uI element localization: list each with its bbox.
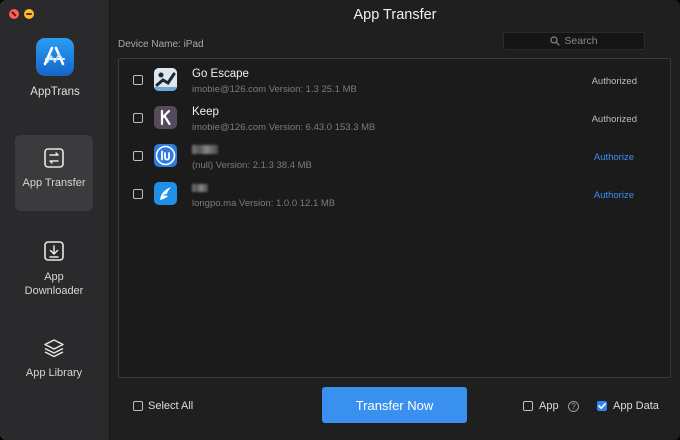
- list-item: longpo.ma Version: 1.0.0 12.1 MB Authori…: [119, 177, 670, 213]
- search-icon: [550, 36, 560, 46]
- window-title: App Transfer: [353, 7, 437, 23]
- app-option-label[interactable]: App: [539, 400, 559, 412]
- app-name-redacted: [192, 182, 208, 194]
- authorization-status: Authorized: [591, 76, 637, 87]
- select-all-label[interactable]: Select All: [148, 400, 193, 412]
- authorize-link[interactable]: Authorize: [594, 152, 634, 163]
- sidebar-item-app-library[interactable]: App Library: [15, 337, 93, 393]
- app-name: Keep: [192, 106, 219, 118]
- app-meta: (null) Version: 2.1.3 38.4 MB: [192, 160, 312, 171]
- list-item: Go Escape imobie@126.com Version: 1.3 25…: [119, 63, 670, 99]
- sidebar-item-app-downloader[interactable]: App Downloader: [15, 240, 93, 310]
- keep-icon: [154, 106, 177, 129]
- brand-name: AppTrans: [30, 86, 80, 98]
- transfer-icon: [43, 147, 65, 169]
- checkmark-icon: [598, 403, 606, 409]
- app-meta: imobie@126.com Version: 6.43.0 153.3 MB: [192, 122, 376, 133]
- app-checkbox[interactable]: [133, 113, 143, 123]
- minimize-window-button[interactable]: [24, 9, 34, 19]
- app-checkbox[interactable]: [133, 151, 143, 161]
- app-checkbox[interactable]: [133, 189, 143, 199]
- list-item: (null) Version: 2.1.3 38.4 MB Authorize: [119, 139, 670, 175]
- authorization-status: Authorized: [591, 114, 637, 125]
- transfer-now-button[interactable]: Transfer Now: [322, 387, 467, 423]
- select-all-checkbox[interactable]: [133, 401, 143, 411]
- download-icon: [43, 240, 65, 262]
- app-store-icon: [36, 38, 74, 76]
- list-item: Keep imobie@126.com Version: 6.43.0 153.…: [119, 101, 670, 137]
- app-data-checkbox[interactable]: [597, 401, 607, 411]
- help-icon[interactable]: ?: [568, 401, 579, 412]
- sidebar-item-label: App Transfer: [22, 177, 86, 189]
- sidebar: AppTrans App Transfer App Downloader App…: [0, 0, 110, 440]
- app-name: Go Escape: [192, 68, 249, 80]
- search-placeholder: Search: [564, 35, 598, 47]
- main-panel: App Transfer Device Name: iPad Search Go…: [110, 0, 680, 440]
- app-name-redacted: [192, 144, 218, 156]
- redacted-name-icon: [192, 183, 208, 192]
- device-name: Device Name: iPad: [118, 39, 204, 50]
- layers-icon: [43, 337, 65, 359]
- app-window: AppTrans App Transfer App Downloader App…: [0, 0, 680, 440]
- authorize-link[interactable]: Authorize: [594, 190, 634, 201]
- close-window-button[interactable]: [9, 9, 19, 19]
- sidebar-item-label: App Downloader: [24, 271, 84, 297]
- app-meta: longpo.ma Version: 1.0.0 12.1 MB: [192, 198, 336, 209]
- app-meta: imobie@126.com Version: 1.3 25.1 MB: [192, 84, 357, 95]
- sidebar-item-label: App Library: [25, 367, 83, 379]
- feather-app-icon: [154, 182, 177, 205]
- sidebar-item-app-transfer[interactable]: App Transfer: [15, 135, 93, 211]
- redacted-name-icon: [192, 145, 218, 155]
- app-checkbox[interactable]: [133, 75, 143, 85]
- iu-app-icon: [154, 144, 177, 167]
- app-data-label[interactable]: App Data: [613, 400, 659, 412]
- search-input[interactable]: Search: [503, 32, 645, 50]
- app-list: Go Escape imobie@126.com Version: 1.3 25…: [118, 58, 671, 378]
- brand: AppTrans: [0, 38, 110, 98]
- go-escape-icon: [154, 68, 177, 91]
- app-option-checkbox[interactable]: [523, 401, 533, 411]
